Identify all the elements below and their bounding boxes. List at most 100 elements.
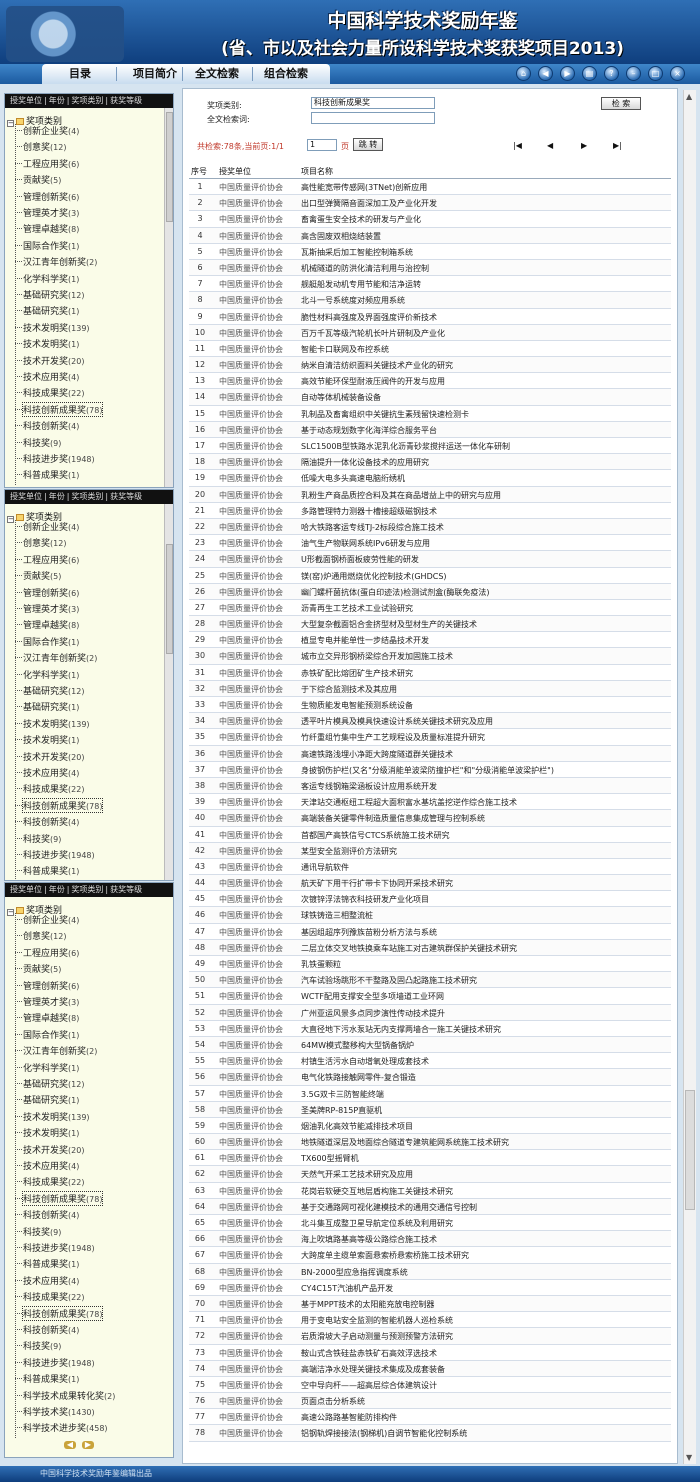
table-row[interactable]: 37 中国质量评价协会 身披钢伤护栏(又名"分级消能单波梁防撞护栏"和"分级消能单波…: [189, 762, 671, 778]
table-row[interactable]: 25 中国质量评价协会 镁(窑)炉通用燃烧优化控制技术(GHDCS): [189, 568, 671, 584]
tree-item[interactable]: 管理创新奖(6): [23, 979, 79, 992]
table-row[interactable]: 73 中国质量评价协会 鞍山式含铁硅盐赤铁矿石高效浮选技术: [189, 1345, 671, 1361]
tree-item[interactable]: 技术发明奖(139): [23, 717, 90, 730]
table-row[interactable]: 33 中国质量评价协会 生物质能发电智能预测系统设备: [189, 697, 671, 714]
table-row[interactable]: 34 中国质量评价协会 透平叶片模具及模具快速设计系统关键技术研究及应用: [189, 713, 671, 730]
sidebar-tab[interactable]: 年份: [49, 492, 65, 501]
tree-item[interactable]: 国际合作奖(1): [23, 1028, 79, 1041]
tree-item[interactable]: 化学科学奖(1): [23, 668, 79, 681]
row-project-name[interactable]: 客运专线钢箱梁涵板设计应用系统开发: [301, 781, 437, 792]
tree-item[interactable]: 管理卓越奖(8): [23, 222, 79, 235]
sidebar-scrollbar[interactable]: [164, 108, 173, 487]
sidebar-tab[interactable]: 获奖等级: [110, 96, 142, 105]
tree-item[interactable]: 科技创新奖(4): [23, 1208, 79, 1221]
tree-item[interactable]: 贡献奖(5): [23, 173, 61, 186]
sidebar-scrollbar[interactable]: [164, 504, 173, 880]
tree-item[interactable]: 基础研究奖(1): [23, 1093, 79, 1106]
tree-item[interactable]: 科技创新奖(4): [23, 419, 79, 432]
table-row[interactable]: 57 中国质量评价协会 3.5G双卡三防智能终端: [189, 1086, 671, 1102]
tree-item[interactable]: 基础研究奖(12): [23, 288, 84, 301]
table-row[interactable]: 72 中国质量评价协会 岩质滑坡大子启动测量与预测预警方法研究: [189, 1328, 671, 1345]
row-project-name[interactable]: 身披钢伤护栏(又名"分级消能单波梁防撞护栏"和"分级消能单波梁护栏"): [301, 765, 554, 776]
table-row[interactable]: 13 中国质量评价协会 高效节能环保型耐液压阀件的开发与应用: [189, 373, 671, 390]
sidebar-tab[interactable]: 授奖单位: [10, 96, 42, 105]
next-page-icon[interactable]: ▶: [82, 1441, 94, 1449]
row-project-name[interactable]: 基于交通路网可视化建模技术的通用交通信号控制: [301, 1202, 477, 1213]
row-project-name[interactable]: 纳米自清洁纺织面料关键技术产业化的研究: [301, 360, 453, 371]
table-row[interactable]: 26 中国质量评价协会 幽门螺杆菌抗体(蛋白印迹法)检测试剂盒(酶联免疫法): [189, 583, 671, 600]
row-project-name[interactable]: 瓦斯抽采后加工智能控制箱系统: [301, 247, 413, 258]
tree-item[interactable]: 基础研究奖(12): [23, 1077, 84, 1090]
tree-item[interactable]: 管理卓越奖(8): [23, 618, 79, 631]
page-number-input[interactable]: 1: [307, 139, 337, 151]
row-project-name[interactable]: 航天矿下用干行扩带卡下协同开采技术研究: [301, 878, 453, 889]
row-project-name[interactable]: 多路管理特力测器十槽接超级磁钢技术: [301, 506, 437, 517]
tree-item[interactable]: 科技进步奖(1948): [23, 1356, 95, 1369]
tree-item[interactable]: 科学技术奖(1430): [23, 1405, 95, 1418]
table-row[interactable]: 16 中国质量评价协会 基于动态规划数字化海洋综合服务平台: [189, 421, 671, 438]
table-row[interactable]: 53 中国质量评价协会 大直径地下污水泵站无内支撑两墙合一施工关键技术研究: [189, 1021, 671, 1037]
minimize-icon[interactable]: –: [626, 66, 641, 81]
row-project-name[interactable]: 高速铁路浅埋小净距大跨度隧道群关键技术: [301, 749, 453, 760]
first-page-icon[interactable]: |◀: [513, 141, 522, 150]
row-project-name[interactable]: 64MW模式整移构大型锅备锅炉: [301, 1040, 414, 1051]
row-project-name[interactable]: 鞍山式含铁硅盐赤铁矿石高效浮选技术: [301, 1348, 437, 1359]
table-row[interactable]: 30 中国质量评价协会 城市立交异形钢桥梁综合开发加固施工技术: [189, 648, 671, 665]
table-row[interactable]: 45 中国质量评价协会 次镀锌浮法锦衣科技研发产业化项目: [189, 891, 671, 908]
table-row[interactable]: 27 中国质量评价协会 沥青再生工艺技术工业试验研究: [189, 600, 671, 617]
row-project-name[interactable]: 基于MPPT技术的太阳能充放电控制器: [301, 1299, 434, 1310]
tree-item[interactable]: 科技进步奖(1948): [23, 848, 95, 861]
row-project-name[interactable]: 首都国产高铁信号CTCS系统施工技术研究: [301, 830, 450, 841]
table-row[interactable]: 68 中国质量评价协会 BN-2000型应急指挥调度系统: [189, 1263, 671, 1280]
tree-item[interactable]: 管理创新奖(6): [23, 190, 79, 203]
last-page-icon[interactable]: ▶|: [613, 141, 622, 150]
row-project-name[interactable]: 广州亚运风景多点同步演性传动技术提升: [301, 1008, 445, 1019]
row-project-name[interactable]: WCTF配用支撑安全型多项墙道工业环网: [301, 991, 444, 1002]
scroll-down-icon[interactable]: ▼: [686, 1453, 692, 1462]
table-row[interactable]: 51 中国质量评价协会 WCTF配用支撑安全型多项墙道工业环网: [189, 988, 671, 1005]
row-project-name[interactable]: 生物质能发电智能预测系统设备: [301, 700, 413, 711]
row-project-name[interactable]: 乳粉生产商品质控合料及其在商品增益上中的研究与应用: [301, 490, 501, 501]
close-icon[interactable]: ×: [670, 66, 685, 81]
row-project-name[interactable]: 用于变电站安全监测的智能机器人巡检系统: [301, 1315, 453, 1326]
table-row[interactable]: 12 中国质量评价协会 纳米自清洁纺织面料关键技术产业化的研究: [189, 357, 671, 374]
table-row[interactable]: 40 中国质量评价协会 高端装备关键零件制造质量信息集成管理与控制系统: [189, 810, 671, 827]
table-row[interactable]: 22 中国质量评价协会 哈大铁路客运专线TJ-2标段综合施工技术: [189, 518, 671, 536]
table-row[interactable]: 20 中国质量评价协会 乳粉生产商品质控合料及其在商品增益上中的研究与应用: [189, 486, 671, 503]
tree-item[interactable]: 科技奖(9): [23, 1225, 61, 1238]
row-project-name[interactable]: 隔油提升一体化设备技术的应用研究: [301, 457, 429, 468]
tree-item[interactable]: 基础研究奖(12): [23, 684, 84, 697]
table-row[interactable]: 62 中国质量评价协会 天然气开采工艺技术研究及应用: [189, 1166, 671, 1183]
tree-item[interactable]: 管理英才奖(3): [23, 206, 79, 219]
row-project-name[interactable]: 花岗岩软硬交互地层盾构施工关键技术研究: [301, 1186, 453, 1197]
table-row[interactable]: 46 中国质量评价协会 球铁铸造三相整流桩: [189, 907, 671, 924]
row-project-name[interactable]: 植显专电并能单性一步结晶技术开发: [301, 635, 429, 646]
table-row[interactable]: 4 中国质量评价协会 高含固废双相烧结装置: [189, 227, 671, 244]
tree-item[interactable]: 科技创新成果奖(78): [21, 401, 104, 417]
tree-item[interactable]: 国际合作奖(1): [23, 635, 79, 648]
table-row[interactable]: 17 中国质量评价协会 SLC1500B型铁路水泥乳化沥青砂浆搅拌运送一体化车研制: [189, 438, 671, 455]
table-row[interactable]: 58 中国质量评价协会 圣美牌RP-815P直驱机: [189, 1101, 671, 1118]
forward-icon[interactable]: ▶: [560, 66, 575, 81]
table-row[interactable]: 44 中国质量评价协会 航天矿下用干行扩带卡下协同开采技术研究: [189, 875, 671, 892]
table-row[interactable]: 36 中国质量评价协会 高速铁路浅埋小净距大跨度隧道群关键技术: [189, 745, 671, 762]
table-row[interactable]: 49 中国质量评价协会 乳铁蛋颗粒: [189, 956, 671, 973]
tree-item[interactable]: 工程应用奖(6): [23, 553, 79, 566]
tree-item[interactable]: 贡献奖(5): [23, 569, 61, 582]
row-project-name[interactable]: 天然气开采工艺技术研究及应用: [301, 1169, 413, 1180]
collapse-icon[interactable]: −: [7, 516, 14, 523]
row-project-name[interactable]: 脆性材料高强度及界面强度评价新技术: [301, 312, 437, 323]
table-row[interactable]: 35 中国质量评价协会 竹纤重组竹集中生产工艺规程设及质量标准提升研究: [189, 729, 671, 746]
row-project-name[interactable]: 铝钢轨焊接接法(钢梯机)自调节智能化控制系统: [301, 1428, 467, 1439]
tree-item[interactable]: 科技奖(9): [23, 1339, 61, 1352]
row-project-name[interactable]: 高端洁净水处理关键技术集成及成套装备: [301, 1364, 445, 1375]
table-row[interactable]: 77 中国质量评价协会 高速公路路基智能防排构件: [189, 1409, 671, 1426]
table-row[interactable]: 28 中国质量评价协会 大型复杂截面铝合金挤型材及型材生产的关键技术: [189, 616, 671, 633]
table-row[interactable]: 63 中国质量评价协会 花岗岩软硬交互地层盾构施工关键技术研究: [189, 1183, 671, 1199]
table-row[interactable]: 52 中国质量评价协会 广州亚运风景多点同步演性传动技术提升: [189, 1004, 671, 1021]
tree-item[interactable]: 技术应用奖(4): [23, 370, 79, 383]
row-project-name[interactable]: 低噪大电多头高速电脑绗绣机: [301, 473, 405, 484]
table-row[interactable]: 50 中国质量评价协会 汽车试验场跳形不干整路及固凸起路施工技术研究: [189, 972, 671, 989]
table-row[interactable]: 2 中国质量评价协会 出口型弹簧隔音面深加工及产业化开发: [189, 195, 671, 212]
row-project-name[interactable]: 球铁铸造三相整流桩: [301, 910, 373, 921]
